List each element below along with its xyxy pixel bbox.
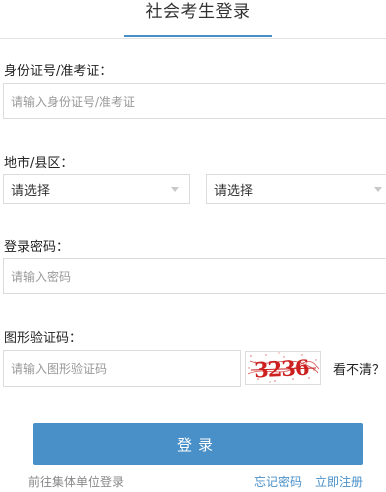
password-placeholder: 请输入密码 bbox=[11, 269, 72, 284]
chevron-down-icon bbox=[171, 187, 179, 192]
city-select-value: 请选择 bbox=[11, 183, 51, 199]
city-select[interactable]: 请选择 bbox=[3, 174, 190, 204]
tab-social-candidate-login[interactable]: 社会考生登录 bbox=[124, 0, 272, 22]
id-number-placeholder: 请输入身份证号/准考证 bbox=[11, 94, 136, 109]
password-input[interactable]: 请输入密码 bbox=[3, 258, 386, 294]
id-number-input[interactable]: 请输入身份证号/准考证 bbox=[3, 83, 386, 119]
captcha-image[interactable]: 3236 bbox=[245, 351, 321, 385]
captcha-refresh-link[interactable]: 看不清？ bbox=[333, 359, 385, 378]
password-label: 登录密码： bbox=[4, 240, 70, 255]
forgot-password-link[interactable]: 忘记密码 bbox=[254, 473, 302, 490]
tab-active-underline bbox=[124, 35, 272, 37]
id-number-label: 身份证号/准考证： bbox=[4, 64, 113, 79]
county-select-value: 请选择 bbox=[214, 183, 254, 199]
region-label: 地市/县区： bbox=[4, 156, 74, 171]
tab-bar: 社会考生登录 bbox=[0, 0, 386, 39]
captcha-noise-graphic: 3236 bbox=[246, 352, 320, 384]
captcha-label: 图形验证码： bbox=[4, 331, 83, 346]
chevron-down-icon bbox=[374, 187, 382, 192]
login-button[interactable]: 登录 bbox=[33, 423, 363, 465]
register-link[interactable]: 立即注册 bbox=[315, 473, 363, 490]
county-select[interactable]: 请选择 bbox=[206, 174, 386, 204]
group-login-link[interactable]: 前往集体单位登录 bbox=[28, 473, 124, 490]
captcha-input[interactable]: 请输入图形验证码 bbox=[3, 350, 241, 387]
captcha-placeholder: 请输入图形验证码 bbox=[11, 362, 108, 376]
